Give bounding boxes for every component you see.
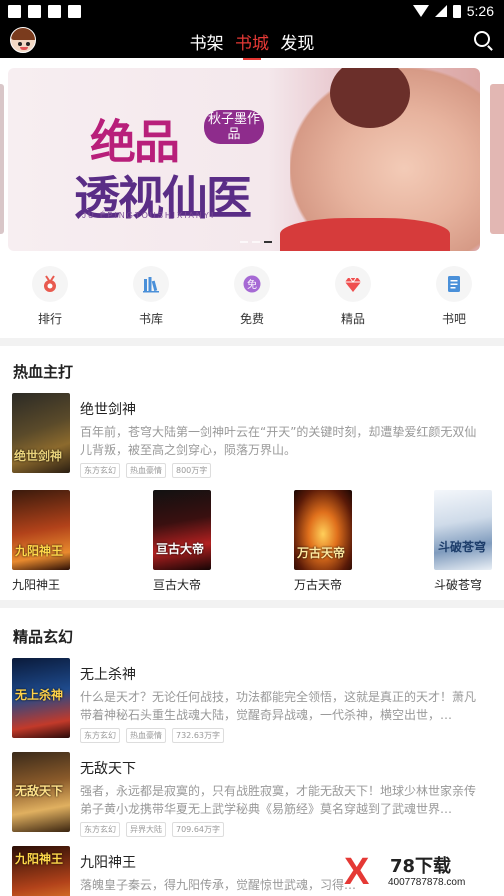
book-tag: 709.64万字: [172, 822, 224, 837]
book-tag: 800万字: [172, 463, 212, 478]
signal-icon: [434, 5, 447, 17]
medal-icon: [32, 266, 68, 302]
site-watermark: X 78下载 4007787878.com: [342, 850, 502, 894]
section-title: 热血主打: [13, 363, 74, 381]
wifi-icon: [412, 5, 429, 17]
tab-bookshelf[interactable]: 书架: [190, 29, 224, 54]
library-icon: [133, 266, 169, 302]
search-icon[interactable]: [474, 31, 490, 47]
carousel-indicator: [240, 241, 272, 243]
book-title: 斗破苍穹: [434, 578, 483, 592]
book-tags: 东方玄幻 热血豪情 732.63万字: [80, 728, 224, 743]
menu-label: 排行: [37, 312, 62, 326]
menu-item-premium[interactable]: 精品: [318, 266, 388, 327]
book-title: 亘古大帝: [153, 578, 202, 592]
carousel-next-peek[interactable]: [490, 84, 504, 234]
notification-icon: [8, 5, 21, 18]
menu-item-free[interactable]: 免 免费: [217, 266, 287, 327]
menu-label: 书库: [138, 312, 163, 326]
menu-item-book-club[interactable]: 书吧: [419, 266, 489, 327]
grid-book[interactable]: 斗破苍穹 斗破苍穹: [434, 490, 494, 593]
section-divider: [0, 338, 504, 346]
carousel-dot-active: [264, 241, 272, 243]
book-title: 万古天帝: [294, 578, 343, 592]
book-tag: 异界大陆: [126, 822, 166, 837]
menu-item-library[interactable]: 书库: [116, 266, 186, 327]
menu-item-ranking[interactable]: 排行: [15, 266, 85, 327]
watermark-brand: 78下载: [388, 852, 454, 878]
notification-icon: [48, 5, 61, 18]
nav-tabs: 书架 书城 发现: [0, 29, 504, 60]
quick-menu: 排行 书库 免 免费 精品 书吧: [0, 266, 504, 332]
watermark-logo-icon: X: [344, 851, 370, 893]
banner-pinyin: JU ÉPINGTOUSHIXIANYI: [82, 211, 216, 220]
notification-icon: [68, 5, 81, 18]
top-nav: 书架 书城 发现: [0, 24, 504, 60]
book-title: 绝世剑神: [80, 402, 136, 418]
tab-bookstore[interactable]: 书城: [235, 29, 269, 60]
book-cover: 绝世剑神: [12, 393, 70, 473]
book-tags: 东方玄幻 热血豪情 800万字: [80, 463, 212, 478]
banner-carousel[interactable]: 绝品 秋子墨作品 透视仙医 JU ÉPINGTOUSHIXIANYI: [8, 68, 480, 251]
book-description: 百年前，苍穹大陆第一剑神叶云在“开天”的关键时刻，却遭挚爱红颜无双仙儿背叛，被至…: [80, 425, 477, 457]
grid-book[interactable]: 万古天帝 万古天帝: [294, 490, 354, 593]
section-divider: [0, 600, 504, 608]
diamond-icon: [335, 266, 371, 302]
book-cover: 九阳神王: [12, 846, 70, 896]
book-tag: 732.63万字: [172, 728, 224, 743]
svg-text:免: 免: [247, 278, 257, 291]
tab-discover[interactable]: 发现: [280, 29, 314, 54]
section-title: 精品玄幻: [13, 628, 74, 646]
book-title: 九阳神王: [12, 578, 61, 592]
book-cover: 亘古大帝: [153, 490, 211, 570]
document-icon: [436, 266, 472, 302]
book-cover: 无上杀神: [12, 658, 70, 738]
book-tag: 热血豪情: [126, 728, 166, 743]
banner-author-seal: 秋子墨作品: [204, 110, 264, 144]
notification-icon: [28, 5, 41, 18]
featured-book[interactable]: 绝世剑神 绝世剑神 百年前，苍穹大陆第一剑神叶云在“开天”的关键时刻，却遭挚爱红…: [12, 393, 492, 478]
grid-book[interactable]: 九阳神王 九阳神王: [12, 490, 72, 593]
battery-icon: [452, 4, 461, 18]
book-title: 九阳神王: [80, 855, 136, 871]
book-cover: 无敌天下: [12, 752, 70, 832]
list-book[interactable]: 无上杀神 无上杀神 什么是天才？无论任何战技，功法都能完全领悟，这就是真正的天才…: [12, 658, 492, 743]
menu-label: 书吧: [441, 312, 466, 326]
book-cover: 万古天帝: [294, 490, 352, 570]
list-book[interactable]: 无敌天下 无敌天下 强者，永远都是寂寞的，只有战胜寂寞，才能无敌天下！地球少林世…: [12, 752, 492, 837]
carousel-prev-peek[interactable]: [0, 84, 4, 234]
book-tag: 东方玄幻: [80, 728, 120, 743]
carousel-dot: [252, 241, 260, 243]
status-bar: 5:26: [0, 0, 504, 24]
grid-book[interactable]: 亘古大帝 亘古大帝: [153, 490, 213, 593]
menu-label: 免费: [239, 312, 264, 326]
book-description: 强者，永远都是寂寞的，只有战胜寂寞，才能无敌天下！地球少林世家亲传弟子黄小龙携带…: [80, 784, 477, 816]
free-icon: 免: [234, 266, 270, 302]
book-tags: 东方玄幻 异界大陆 709.64万字: [80, 822, 224, 837]
book-title: 无敌天下: [80, 761, 136, 777]
book-cover: 九阳神王: [12, 490, 70, 570]
status-time: 5:26: [466, 3, 494, 19]
book-tag: 东方玄幻: [80, 463, 120, 478]
book-description: 什么是天才？无论任何战技，功法都能完全领悟，这就是真正的天才！萧凡带着神秘石头重…: [80, 690, 477, 722]
book-title: 无上杀神: [80, 667, 136, 683]
carousel-dot: [240, 241, 248, 243]
book-cover: 斗破苍穹: [434, 490, 492, 570]
watermark-url: 4007787878.com: [386, 877, 468, 888]
book-tag: 热血豪情: [126, 463, 166, 478]
book-tag: 东方玄幻: [80, 822, 120, 837]
menu-label: 精品: [340, 312, 365, 326]
